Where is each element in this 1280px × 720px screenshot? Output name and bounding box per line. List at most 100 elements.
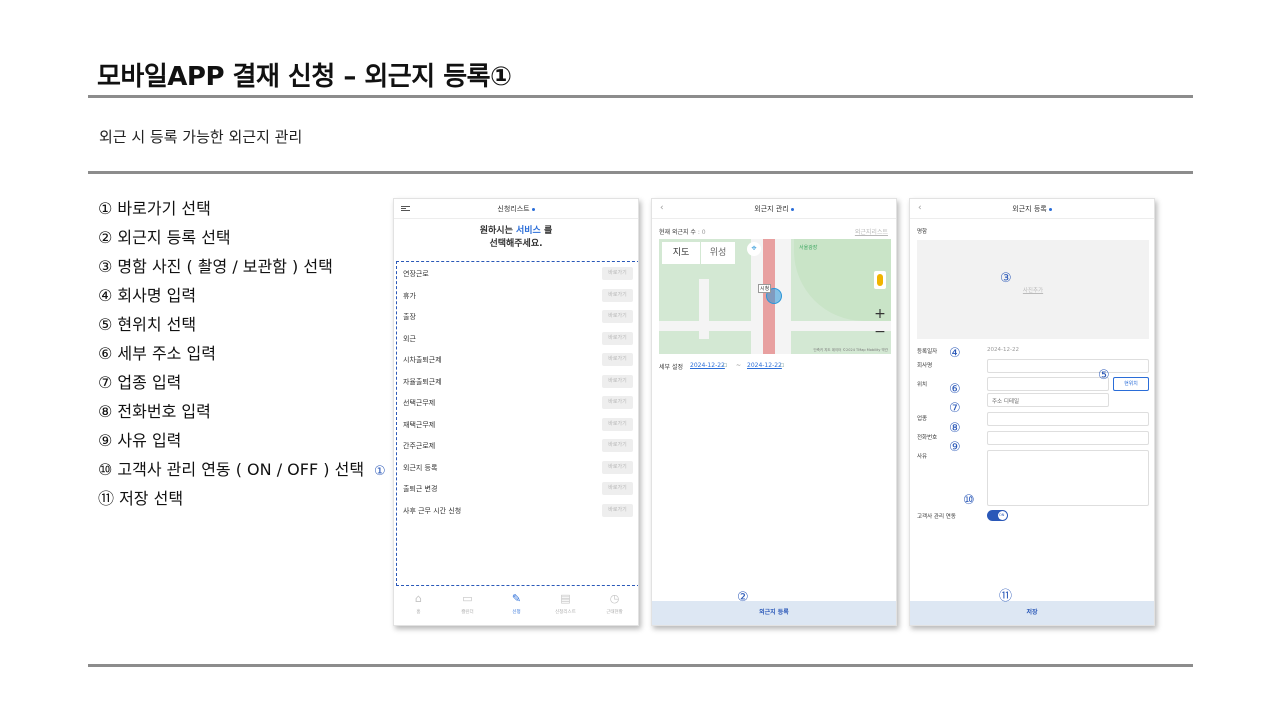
step-item: ⑨ 사유 입력: [98, 431, 182, 450]
document-icon: ▤: [560, 592, 571, 605]
phone-location-manage: ‹ 외근지 관리 현재 외근지 수 : 0 외근지리스트 지도 위성 ⌖ 서울광…: [651, 198, 897, 626]
slide-subtitle: 외근 시 등록 가능한 외근지 관리: [99, 128, 303, 146]
business-card-label: 명함: [917, 229, 928, 235]
save-button[interactable]: 저장: [910, 601, 1154, 625]
home-icon: ⌂: [415, 592, 422, 605]
tab-home[interactable]: ⌂ 홈: [394, 589, 443, 615]
slide-title: 모바일APP 결재 신청 – 외근지 등록①: [97, 62, 512, 92]
location-count: 현재 외근지 수 : 0: [659, 229, 706, 236]
location-pin-icon[interactable]: ⌖: [747, 242, 761, 256]
location-input[interactable]: [987, 377, 1109, 391]
header-divider: [910, 218, 1154, 219]
map-copyright: 단축키 지도 데이터 ©2024 TMap Mobility 약관: [813, 348, 888, 352]
business-card-photo[interactable]: 사진추가: [917, 240, 1149, 339]
menu-item-post-work-request[interactable]: 사후 근무 시간 신청 바로가기: [403, 503, 635, 518]
menu-item-business-trip[interactable]: 출장 바로가기: [403, 310, 635, 324]
menu-item-selective-work[interactable]: 선택근무제 바로가기: [403, 396, 635, 410]
customer-sync-toggle[interactable]: ON: [987, 510, 1008, 521]
step-item: ① 바로가기 선택: [98, 199, 211, 218]
calendar-icon[interactable]: ▫: [723, 361, 728, 369]
end-date[interactable]: 2024-12-22: [747, 362, 782, 369]
greeting-text: 원하시는 서비스 를 선택해주세요.: [479, 226, 553, 249]
tab-attendance[interactable]: ◷ 근태현황: [590, 589, 638, 615]
date-separator: ~: [736, 362, 742, 369]
step-marker-4: ④: [949, 346, 961, 361]
shortcut-button[interactable]: 바로가기: [602, 374, 633, 388]
shortcut-button[interactable]: 바로가기: [602, 460, 633, 474]
menu-item-staggered-hours[interactable]: 시차출퇴근제 바로가기: [403, 353, 635, 367]
dot-icon: [1048, 207, 1052, 211]
step-item: ⑧ 전화번호 입력: [98, 402, 211, 421]
zoom-in-button[interactable]: +: [873, 306, 887, 322]
menu-item-remote-work[interactable]: 재택근무제 바로가기: [403, 417, 635, 432]
step-item: ④ 회사명 입력: [98, 286, 197, 305]
step-marker-9: ⑨: [949, 440, 961, 455]
company-input[interactable]: [987, 359, 1149, 373]
step-marker-10: ⑩: [963, 493, 975, 508]
shortcut-button[interactable]: 바로가기: [602, 353, 633, 366]
industry-input[interactable]: [987, 412, 1149, 426]
shortcut-button[interactable]: 바로가기: [602, 267, 633, 280]
shortcut-button[interactable]: 바로가기: [602, 331, 633, 345]
step-marker-8: ⑧: [949, 421, 961, 436]
step-marker-11: ⑪: [999, 589, 1013, 604]
shortcut-button[interactable]: 바로가기: [602, 396, 633, 409]
map-road: [659, 321, 891, 331]
shortcut-button[interactable]: 바로가기: [602, 417, 633, 431]
zoom-out-button[interactable]: −: [873, 324, 887, 340]
step-item: ⑤ 현위치 선택: [98, 315, 197, 334]
menu-item-overtime[interactable]: 연장근로 바로가기: [403, 267, 635, 281]
phone-label: 전화번호: [917, 435, 938, 441]
shortcut-button[interactable]: 바로가기: [602, 503, 633, 517]
start-date[interactable]: 2024-12-22: [690, 362, 725, 369]
menu-item-commute-change[interactable]: 출퇴근 변경 바로가기: [403, 482, 635, 496]
step-marker-6: ⑥: [949, 382, 961, 397]
industry-label: 업종: [917, 416, 928, 422]
shortcut-button[interactable]: 바로가기: [602, 310, 633, 323]
subtitle-divider: [88, 171, 1193, 174]
street-view-icon[interactable]: [874, 271, 886, 289]
reason-textarea[interactable]: [987, 450, 1149, 506]
menu-item-outside-work[interactable]: 외근 바로가기: [403, 331, 635, 346]
shortcut-button[interactable]: 바로가기: [602, 439, 633, 452]
step-item: ⑦ 업종 입력: [98, 373, 182, 392]
menu-item-vacation[interactable]: 휴가 바로가기: [403, 288, 635, 303]
bottom-tab-bar: ⌂ 홈 ▭ 캘린더 ✎ 신청 ▤ 신청리스트 ◷ 근태현황: [394, 589, 638, 625]
step-item: ② 외근지 등록 선택: [98, 228, 231, 247]
step-item: ⑪ 저장 선택: [98, 489, 184, 508]
title-divider: [88, 95, 1193, 98]
shortcut-button[interactable]: 바로가기: [602, 288, 633, 302]
step-item: ⑩ 고객사 관리 연동 ( ON / OFF ) 선택: [98, 460, 365, 479]
step-list: ① 바로가기 선택 ② 외근지 등록 선택 ③ 명함 사진 ( 촬영 / 보관함…: [98, 198, 388, 517]
phone-request-list: 신청리스트 원하시는 서비스 를 선택해주세요. 연장근로 바로가기 휴가 바로가기…: [393, 198, 639, 626]
current-location-button[interactable]: 현위치: [1113, 377, 1149, 391]
tab-request[interactable]: ✎ 신청: [492, 589, 541, 615]
menu-item-outside-location-register[interactable]: 외근지 등록 바로가기: [403, 460, 635, 475]
company-label: 회사명: [917, 363, 933, 369]
register-location-button[interactable]: 외근지 등록: [652, 601, 896, 625]
sync-label: 고객사 관리 연동: [917, 514, 956, 520]
step-item: ⑥ 세부 주소 입력: [98, 344, 216, 363]
map-place-label: 서울광장: [799, 245, 818, 251]
phone-input[interactable]: [987, 431, 1149, 445]
satellite-type-button[interactable]: 위성: [701, 242, 735, 264]
location-list-link[interactable]: 외근지리스트: [855, 227, 888, 236]
shortcut-button[interactable]: 바로가기: [602, 482, 633, 495]
header-divider: [394, 218, 638, 219]
tab-calendar[interactable]: ▭ 캘린더: [443, 589, 492, 615]
period-label: 세부 설정: [659, 364, 683, 371]
menu-item-deemed-work[interactable]: 간주근로제 바로가기: [403, 439, 635, 453]
add-photo-link[interactable]: 사진추가: [917, 286, 1149, 294]
calendar-icon[interactable]: ▫: [780, 361, 785, 369]
map-pin-tag: 시청: [758, 284, 772, 293]
step-marker-2: ②: [737, 590, 749, 605]
address-detail-input[interactable]: 주소 디테일: [987, 393, 1109, 407]
map-view[interactable]: 지도 위성 ⌖ 서울광장 시청 + − 단축키 지도 데이터 ©2024 TMa…: [659, 239, 891, 354]
footer-divider: [88, 664, 1193, 667]
tab-request-list[interactable]: ▤ 신청리스트: [541, 589, 590, 615]
header-divider: [652, 218, 896, 219]
menu-item-flexible-hours[interactable]: 자율출퇴근제 바로가기: [403, 374, 635, 389]
screen-title: 외근지 관리: [754, 205, 789, 213]
step-item: ③ 명함 사진 ( 촬영 / 보관함 ) 선택: [98, 257, 333, 276]
map-type-button[interactable]: 지도: [662, 242, 700, 264]
